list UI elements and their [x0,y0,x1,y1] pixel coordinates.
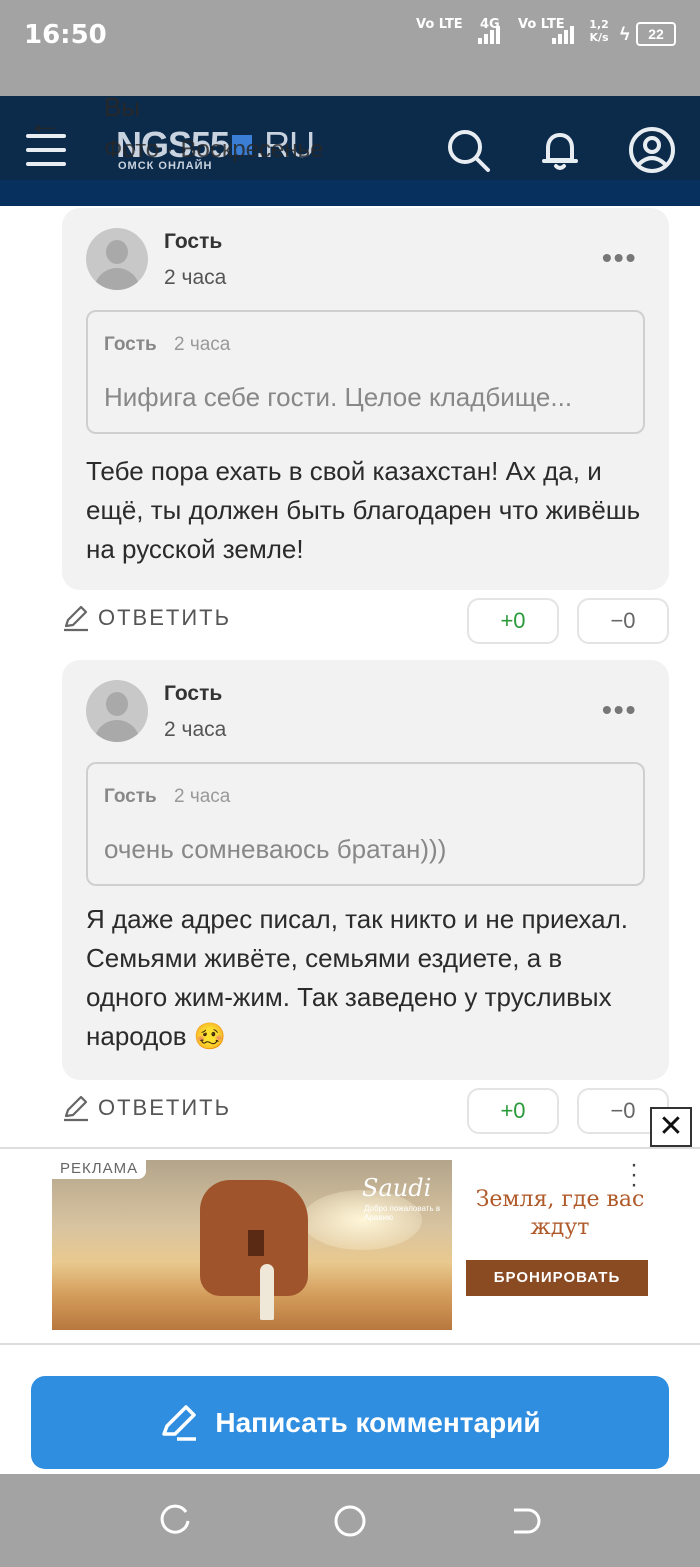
pencil-icon [64,1095,88,1122]
page-subtitle: Фото · Воскресенье [104,136,324,163]
avatar [86,228,148,290]
ad-divider [0,1343,700,1345]
network-indicator-1: Vo LTE [416,17,463,32]
back-icon[interactable] [508,1504,542,1538]
quoted-comment[interactable]: Гость 2 часа очень сомневаюсь братан))) [86,762,645,886]
quote-time: 2 часа [174,786,231,807]
quote-time: 2 часа [174,334,231,355]
ad-brand-logo: Saudi [362,1174,432,1202]
system-nav-bar [0,1474,700,1567]
reply-label: ОТВЕТИТЬ [98,1095,232,1120]
reply-button[interactable]: ОТВЕТИТЬ [62,1094,231,1122]
bell-icon[interactable] [536,126,584,174]
quoted-comment[interactable]: Гость 2 часа Нифига себе гости. Целое кл… [86,310,645,434]
home-icon[interactable] [332,1503,368,1539]
quote-author: Гость [104,786,157,807]
recent-apps-icon[interactable] [158,1504,192,1538]
charging-icon: ϟ [620,24,630,44]
write-comment-button[interactable]: Написать комментарий [31,1376,669,1469]
comment-text: Я даже адрес писал, так никто и не приех… [86,904,628,1051]
reply-button[interactable]: ОТВЕТИТЬ [62,604,231,632]
status-bar: 16:50 Vo LTE 4G Vo LTE 1,2 K/s ϟ 22 [0,0,700,96]
battery-icon: 22 [636,22,676,46]
ad-brand-tagline: Добро пожаловать в Аравию [364,1204,441,1222]
pencil-icon [162,1404,197,1441]
more-options-icon[interactable]: ••• [602,694,637,726]
upvote-button[interactable]: +0 [467,1088,559,1134]
comment-time: 2 часа [164,718,227,741]
pencil-icon [64,605,88,632]
comment-card: Гость 2 часа ••• Гость 2 часа очень сомн… [62,660,669,1080]
ad-divider [0,1147,700,1149]
quote-text: Нифига себе гости. Целое кладбище... [104,382,573,412]
signal-icon [478,24,500,44]
quote-author: Гость [104,334,157,355]
search-icon[interactable] [444,126,492,174]
more-options-icon[interactable]: ••• [602,242,637,274]
data-speed: 1,2 K/s [589,18,609,44]
downvote-button[interactable]: −0 [577,598,669,644]
ad-book-button[interactable]: БРОНИРОВАТЬ [466,1260,648,1296]
battery-level: 22 [648,26,664,42]
write-comment-label: Написать комментарий [215,1406,541,1438]
upvote-button[interactable]: +0 [467,598,559,644]
quote-text: очень сомневаюсь братан))) [104,834,447,864]
status-time: 16:50 [24,20,107,50]
signal-icon [552,24,574,44]
reply-label: ОТВЕТИТЬ [98,605,232,630]
menu-icon[interactable] [26,134,66,166]
comment-card: Гость 2 часа ••• Гость 2 часа Нифига себ… [62,208,669,590]
user-profile-icon[interactable] [628,126,676,174]
comment-text: Тебе пора ехать в свой казахстан! Ах да,… [86,456,641,564]
ad-slogan: Земля, где вас ждут [475,1187,645,1240]
comment-time: 2 часа [164,266,227,289]
page-title: Вы [104,92,141,122]
comment-author[interactable]: Гость [164,682,222,706]
status-ghost [24,58,684,78]
header-strip [0,180,700,206]
comment-actions: ОТВЕТИТЬ +0 −0 [62,598,669,646]
ad-close-button[interactable]: ✕ [650,1107,692,1147]
ad-image[interactable]: Saudi Добро пожаловать в Аравию [52,1160,452,1330]
avatar [86,680,148,742]
ad-figure [260,1264,274,1320]
comment-actions: ОТВЕТИТЬ +0 −0 [62,1088,669,1136]
ad-label: РЕКЛАМА [52,1158,147,1179]
comment-author[interactable]: Гость [164,230,222,254]
